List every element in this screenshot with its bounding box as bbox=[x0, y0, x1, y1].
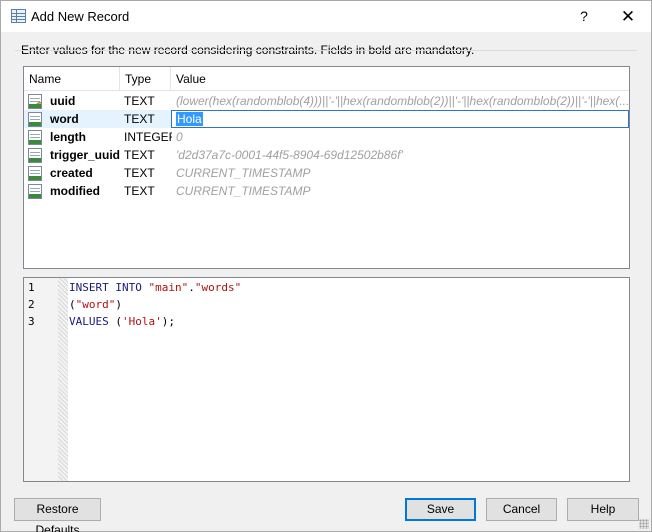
sql-identifier: "word" bbox=[75, 298, 116, 311]
sql-identifier: "main" bbox=[148, 281, 189, 294]
value-editor[interactable]: Hola bbox=[171, 110, 629, 128]
sql-line: ("word") bbox=[69, 296, 122, 313]
sql-line: INSERT INTO "main"."words" bbox=[69, 279, 241, 296]
field-name: trigger_uuid bbox=[50, 148, 120, 162]
field-icon bbox=[28, 166, 42, 181]
field-value[interactable]: 'd2d37a7c-0001-44f5-8904-69d12502b86f' bbox=[176, 146, 628, 164]
field-icon bbox=[28, 130, 42, 145]
title-bar[interactable]: Add New Record ? ✕ bbox=[1, 1, 651, 32]
sql-line: VALUES ('Hola'); bbox=[69, 313, 175, 330]
field-name: modified bbox=[50, 184, 100, 198]
field-value[interactable]: 0 bbox=[176, 128, 628, 146]
sql-punct: ( bbox=[69, 298, 76, 311]
sql-punct: ) bbox=[115, 298, 122, 311]
field-type: TEXT bbox=[124, 94, 155, 108]
sql-punct: ( bbox=[115, 315, 122, 328]
field-name: created bbox=[50, 166, 93, 180]
field-value[interactable]: CURRENT_TIMESTAMP bbox=[176, 182, 628, 200]
table-row[interactable]: modified TEXT CURRENT_TIMESTAMP bbox=[24, 182, 629, 200]
sql-keyword: VALUES bbox=[69, 315, 116, 328]
field-type: TEXT bbox=[124, 166, 155, 180]
value-editor-text[interactable]: Hola bbox=[176, 112, 203, 126]
field-icon bbox=[28, 148, 42, 163]
save-button[interactable]: Save bbox=[405, 498, 476, 521]
fields-table[interactable]: Name Type Value uuid TEXT (lower(hex(ran… bbox=[23, 66, 630, 269]
help-button[interactable]: Help bbox=[567, 498, 639, 521]
fold-margin bbox=[58, 278, 68, 481]
field-type: INTEGER bbox=[124, 130, 172, 144]
group-divider bbox=[15, 50, 637, 51]
line-number: 3 bbox=[28, 315, 35, 328]
line-number: 1 bbox=[28, 281, 35, 294]
sql-identifier: "words" bbox=[194, 281, 242, 294]
table-row[interactable]: trigger_uuid TEXT 'd2d37a7c-0001-44f5-89… bbox=[24, 146, 629, 164]
key-field-icon bbox=[28, 94, 42, 109]
column-header-value[interactable]: Value bbox=[171, 67, 629, 91]
cancel-button[interactable]: Cancel bbox=[486, 498, 557, 521]
sql-string: 'Hola' bbox=[121, 315, 162, 328]
sql-punct: . bbox=[188, 281, 195, 294]
table-row[interactable]: created TEXT CURRENT_TIMESTAMP bbox=[24, 164, 629, 182]
add-record-dialog: Add New Record ? ✕ Enter values for the … bbox=[0, 0, 652, 532]
table-row[interactable]: word TEXT Hola bbox=[24, 110, 629, 128]
field-type: TEXT bbox=[124, 148, 155, 162]
field-type: TEXT bbox=[124, 112, 155, 126]
field-icon bbox=[28, 112, 42, 127]
field-icon bbox=[28, 184, 42, 199]
resize-grip-icon[interactable] bbox=[639, 519, 649, 529]
restore-defaults-button[interactable]: Restore Defaults bbox=[14, 498, 101, 532]
sql-punct: ); bbox=[161, 315, 175, 328]
close-icon[interactable]: ✕ bbox=[605, 1, 651, 32]
table-row[interactable]: length INTEGER 0 bbox=[24, 128, 629, 146]
dialog-title: Add New Record bbox=[31, 9, 130, 24]
help-icon[interactable]: ? bbox=[561, 1, 607, 32]
table-header: Name Type Value bbox=[24, 67, 629, 91]
field-type: TEXT bbox=[124, 184, 155, 198]
line-number: 2 bbox=[28, 298, 35, 311]
field-name: uuid bbox=[50, 94, 76, 108]
column-header-name[interactable]: Name bbox=[24, 67, 120, 91]
field-value[interactable]: CURRENT_TIMESTAMP bbox=[176, 164, 628, 182]
key-icon bbox=[36, 102, 41, 108]
field-name: length bbox=[50, 130, 86, 144]
table-icon bbox=[11, 9, 26, 23]
column-header-type[interactable]: Type bbox=[120, 67, 171, 91]
field-value[interactable]: (lower(hex(randomblob(4)))||'-'||hex(ran… bbox=[176, 92, 628, 110]
sql-keyword: INSERT INTO bbox=[69, 281, 149, 294]
table-row[interactable]: uuid TEXT (lower(hex(randomblob(4)))||'-… bbox=[24, 92, 629, 110]
field-name: word bbox=[50, 112, 79, 126]
sql-preview[interactable]: 1 2 3 INSERT INTO "main"."words" ("word"… bbox=[23, 277, 630, 482]
